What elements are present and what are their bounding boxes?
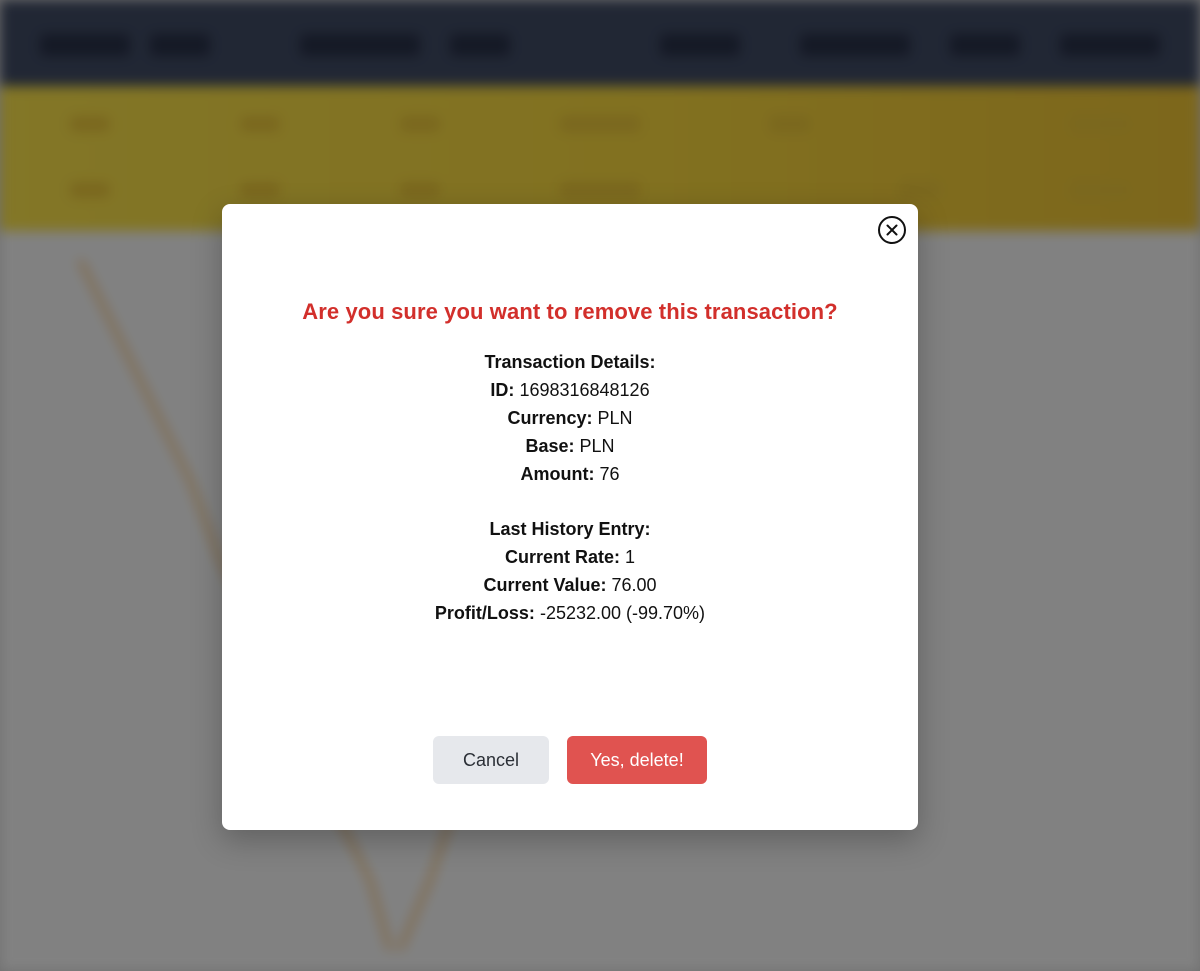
value-value: 76.00	[611, 575, 657, 595]
modal-actions: Cancel Yes, delete!	[222, 736, 918, 784]
id-label: ID:	[490, 380, 515, 400]
transaction-details-heading: Transaction Details:	[222, 348, 918, 376]
detail-base: Base: PLN	[222, 432, 918, 460]
detail-id: ID: 1698316848126	[222, 376, 918, 404]
modal-title: Are you sure you want to remove this tra…	[302, 299, 838, 324]
amount-value: 76	[599, 464, 620, 484]
confirm-delete-modal: Are you sure you want to remove this tra…	[222, 204, 918, 830]
history-heading: Last History Entry:	[222, 515, 918, 543]
detail-amount: Amount: 76	[222, 460, 918, 488]
id-value: 1698316848126	[519, 380, 650, 400]
history-heading-text: Last History Entry:	[489, 519, 651, 539]
amount-label: Amount:	[520, 464, 595, 484]
cancel-button[interactable]: Cancel	[433, 736, 549, 784]
transaction-details: Transaction Details: ID: 1698316848126 C…	[222, 348, 918, 627]
profit-loss-value: -25232.00 (-99.70%)	[539, 603, 706, 623]
close-button[interactable]	[878, 216, 906, 244]
delete-button[interactable]: Yes, delete!	[567, 736, 707, 784]
profit-loss-label: Profit/Loss:	[434, 603, 535, 623]
currency-value: PLN	[597, 408, 633, 428]
heading-text: Transaction Details:	[484, 352, 656, 372]
currency-label: Currency:	[507, 408, 593, 428]
detail-current-rate: Current Rate: 1	[222, 543, 918, 571]
rate-label: Current Rate:	[504, 547, 620, 567]
base-label: Base:	[525, 436, 575, 456]
value-label: Current Value:	[483, 575, 607, 595]
detail-currency: Currency: PLN	[222, 404, 918, 432]
base-value: PLN	[579, 436, 615, 456]
detail-profit-loss: Profit/Loss: -25232.00 (-99.70%)	[222, 599, 918, 627]
close-icon	[886, 224, 898, 236]
detail-current-value: Current Value: 76.00	[222, 571, 918, 599]
rate-value: 1	[625, 547, 636, 567]
